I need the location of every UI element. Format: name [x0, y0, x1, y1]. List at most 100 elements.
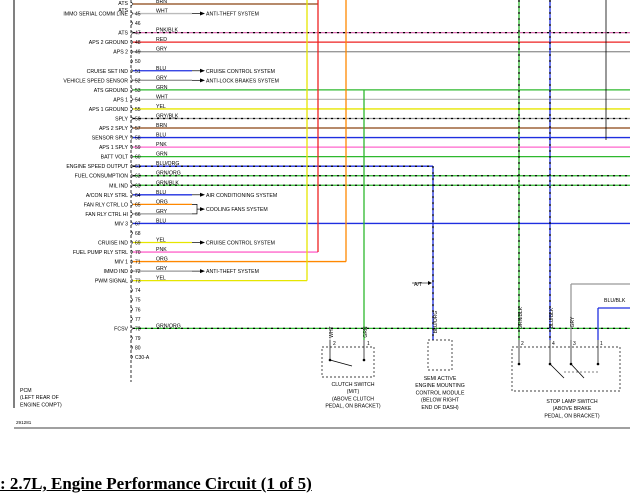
mount-module-label: CONTROL MODULE — [416, 390, 465, 396]
pin-function-label: CRUISE SET IND — [87, 69, 129, 75]
pin-number: C30-A — [135, 355, 150, 361]
wire-color-label: ORG — [156, 199, 168, 205]
wire-color-label: PNK — [156, 247, 167, 253]
clutch-wire-label-wht: WHT — [329, 326, 335, 337]
stop-contact-a — [549, 363, 565, 379]
pin-number: 64 — [135, 193, 141, 199]
wire-color-label: BLU — [156, 218, 166, 224]
pin-function-label: APS 1 GROUND — [89, 107, 128, 113]
pin-function-label: FUEL CONSUMPTION — [75, 174, 129, 180]
stop-pin-number: 4 — [552, 341, 555, 347]
pin-function-label: IMMO IND — [104, 269, 129, 275]
pin-number: 69 — [135, 241, 141, 247]
arrow-head-icon — [200, 269, 205, 274]
pin-number: 61 — [135, 164, 141, 170]
wire-color-label: ORG — [156, 257, 168, 263]
wire-color-label: BLU — [156, 190, 166, 196]
pin-function-label: ATS GROUND — [94, 88, 128, 94]
pin-number: 56 — [135, 116, 141, 122]
mount-module-box — [427, 339, 453, 371]
pin-function-label: APS 2 SPLY — [99, 126, 129, 132]
pin-number: 60 — [135, 155, 141, 161]
system-label-ats: ANTI-THEFT SYSTEM — [206, 12, 259, 18]
pin-number: 65 — [135, 202, 141, 208]
caption-text: : 2.7L, Engine Performance Circuit (1 of… — [0, 474, 312, 493]
wire-color-label: BRN — [156, 123, 167, 129]
arrow-head-icon — [200, 240, 205, 245]
at-label: A/T — [414, 282, 423, 288]
wire-color-label: YEL — [156, 238, 166, 244]
at-arrow-icon — [428, 281, 432, 285]
pin-number: 70 — [135, 250, 141, 256]
figure-id: 291281 — [16, 420, 32, 425]
pcm-location-label: ENGINE COMPT) — [20, 402, 62, 408]
pin-function-label: VEHICLE SPEED SENSOR — [63, 78, 128, 84]
pin-function-label: FUEL PUMP RLY STRL — [73, 250, 128, 256]
wiring-diagram: ANTI-THEFT SYSTEM CRUISE CONTROL SYSTEM AN… — [13, 0, 630, 429]
mount-wire-label: BLU/ORG — [433, 311, 439, 334]
clutch-contact — [329, 359, 353, 367]
pin-number: 73 — [135, 279, 141, 285]
clutch-node — [362, 358, 366, 362]
mount-module-label: ENGINE MOUNTING — [415, 383, 465, 389]
system-label-ats2: ANTI-THEFT SYSTEM — [206, 269, 259, 275]
pin-number: 72 — [135, 269, 141, 275]
wire-color-label: YEL — [156, 104, 166, 110]
clutch-switch-label: CLUTCH SWITCH — [332, 382, 375, 388]
pin-number: 46 — [135, 21, 141, 27]
wire-color-label: BLU — [156, 133, 166, 139]
pin-number: 77 — [135, 317, 141, 323]
pin-number: 52 — [135, 78, 141, 84]
pin-number: 57 — [135, 126, 141, 132]
pin-function-label: FCSV — [114, 326, 128, 332]
arrow-head-icon — [200, 192, 205, 197]
wire-color-label: GRN/BLK — [156, 180, 179, 186]
pin-number: 50 — [135, 59, 141, 65]
pin-number: 51 — [135, 69, 141, 75]
clutch-pin-1: 1 — [367, 341, 370, 347]
pin-number: 49 — [135, 50, 141, 56]
pin-function-label: APS 2 GROUND — [89, 40, 128, 46]
blublk-right-label: BLU/BLK — [604, 298, 626, 304]
pin-function-label: SPLY — [115, 116, 128, 122]
stop-pin-number: 1 — [600, 341, 603, 347]
pin-function-label: BATT VOLT — [101, 155, 129, 161]
figure-caption: : 2.7L, Engine Performance Circuit (1 of… — [0, 474, 630, 496]
wire-color-label: BRN — [156, 0, 167, 5]
pin-function-label: APS 1 SPLY — [99, 145, 129, 151]
pin-number: 53 — [135, 88, 141, 94]
pin-number: 58 — [135, 136, 141, 142]
wire-color-label: GRN/ORG — [156, 171, 181, 177]
wire-color-label: PNK — [156, 142, 167, 148]
wire-color-label: GRY — [156, 75, 168, 81]
wire-color-label: GRN/ORG — [156, 323, 181, 329]
pin-number: 76 — [135, 307, 141, 313]
pin-number: 59 — [135, 145, 141, 151]
pcm-location-label: PCM — [20, 388, 32, 394]
pin-function-label: MIL IND — [109, 183, 128, 189]
stop-node — [596, 362, 600, 366]
clutch-wire-label-grn: GRN — [363, 326, 369, 338]
pin-function-label: CRUISE IND — [98, 241, 128, 247]
stop-lamp-switch-label: PEDAL, ON BRACKET) — [544, 413, 600, 419]
pin-number: 68 — [135, 231, 141, 237]
system-label-ccs2: CRUISE CONTROL SYSTEM — [206, 241, 275, 247]
bracket-cooling-fans — [192, 203, 198, 215]
pin-number: 71 — [135, 260, 141, 266]
pin-function-label: FAN RLY CTRL LO — [84, 202, 128, 208]
pin-number: 47 — [135, 31, 141, 37]
pin-number: 45 — [135, 12, 141, 18]
pin-number: 78 — [135, 326, 141, 332]
clutch-pin-2: 2 — [333, 341, 336, 347]
pin-number: 80 — [135, 345, 141, 351]
stop-contact-b — [570, 363, 585, 379]
pin-number: 75 — [135, 298, 141, 304]
wire-color-label: GRY — [156, 47, 168, 53]
stop-wire-label-grnblk: GRN/BLK — [518, 306, 524, 329]
pin-function-label: PWM SIGNAL — [95, 279, 128, 285]
stop-pin-number: 2 — [521, 341, 524, 347]
pin-function-label: IMMO SERIAL COMM LINE — [63, 12, 128, 18]
system-label-cfs: COOLING FANS SYSTEM — [206, 207, 268, 213]
stop-pin-number: 3 — [573, 341, 576, 347]
pcm-location-label: (LEFT REAR OF — [20, 395, 59, 401]
